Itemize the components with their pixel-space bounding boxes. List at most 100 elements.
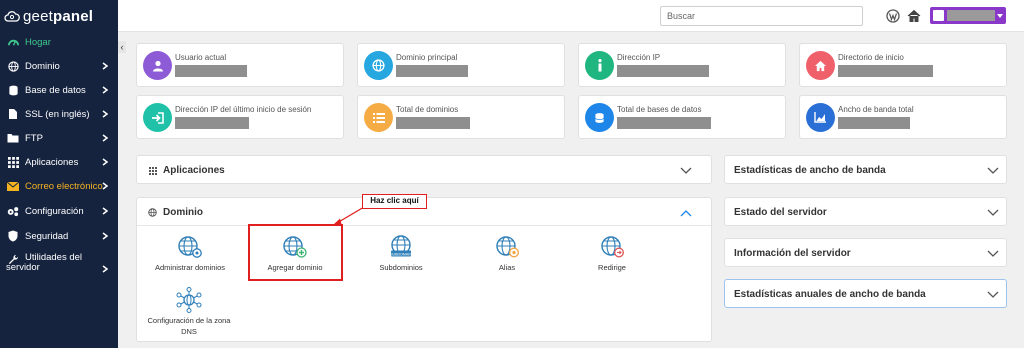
globe-icon <box>364 51 393 80</box>
card-label: Ancho de banda total <box>838 105 914 114</box>
panel-aplicaciones[interactable]: Aplicaciones <box>136 155 712 184</box>
sidebar-item-label-line2: servidor <box>6 262 40 273</box>
subdomains-item[interactable]: SUBDOMAIN Subdominios <box>363 235 439 272</box>
alias-item[interactable]: Alias <box>478 235 536 272</box>
sidebar: geet panel Hogar Dominio Base de datos SS… <box>0 0 118 348</box>
panel-title: Aplicaciones <box>163 165 225 176</box>
brand-name-light: geet <box>23 7 53 25</box>
list-icon <box>364 103 393 132</box>
sidebar-item-label: Base de datos <box>25 84 86 96</box>
card-dominio-principal: Dominio principal <box>357 43 565 87</box>
chevron-right-icon <box>102 62 109 70</box>
chevron-right-icon <box>102 265 109 273</box>
username-redacted <box>947 10 995 21</box>
panel-estadisticas-ancho-banda[interactable]: Estadísticas de ancho de banda <box>724 155 1007 184</box>
sidebar-item-correo[interactable]: Correo electrónico <box>0 175 118 197</box>
panel-title: Estadísticas anuales de ancho de banda <box>734 289 926 300</box>
brand-name-bold: panel <box>53 7 94 25</box>
sidebar-item-utilidades[interactable]: Utilidades del servidor <box>0 252 118 278</box>
chart-icon <box>806 103 835 132</box>
card-label: Usuario actual <box>175 53 227 62</box>
sidebar-item-label: Seguridad <box>25 230 69 242</box>
home-icon <box>806 51 835 80</box>
user-icon <box>143 51 172 80</box>
sidebar-item-seguridad[interactable]: Seguridad <box>0 225 118 247</box>
manage-domains-icon <box>178 236 202 258</box>
database-icon <box>7 84 19 96</box>
chevron-right-icon <box>102 207 109 215</box>
card-value-redacted <box>617 117 711 129</box>
file-icon <box>7 108 19 120</box>
item-label-line1: Configuración de la zona <box>147 316 231 325</box>
card-value-redacted <box>396 65 468 77</box>
sidebar-item-label: Aplicaciones <box>25 156 79 168</box>
card-usuario-actual: Usuario actual <box>136 43 344 87</box>
sidebar-collapse-toggle[interactable]: ‹ <box>118 41 126 53</box>
card-label: Total de dominios <box>396 105 459 114</box>
sidebar-item-label: Configuración <box>25 205 84 217</box>
database-icon <box>585 103 614 132</box>
search-input[interactable] <box>660 6 863 26</box>
item-label: Administrar dominios <box>154 263 226 272</box>
highlight-box <box>248 224 343 281</box>
card-value-redacted <box>175 65 247 77</box>
chevron-down-icon[interactable] <box>987 291 999 299</box>
subdomain-badge-text: SUBDOMAIN <box>390 252 412 256</box>
sidebar-item-ftp[interactable]: FTP <box>0 127 118 149</box>
chevron-right-icon <box>102 158 109 166</box>
chevron-down-icon[interactable] <box>680 167 692 175</box>
sidebar-item-configuracion[interactable]: Configuración <box>0 200 118 222</box>
card-total-dominios: Total de dominios <box>357 95 565 139</box>
cogs-icon <box>7 205 19 217</box>
card-label: Total de bases de datos <box>617 105 702 114</box>
sidebar-item-label: FTP <box>25 132 43 144</box>
card-value-redacted <box>838 117 910 129</box>
sidebar-item-ssl[interactable]: SSL (en inglés) <box>0 103 118 125</box>
card-value-redacted <box>175 117 249 129</box>
chevron-up-icon[interactable] <box>680 209 692 217</box>
sidebar-item-aplicaciones[interactable]: Aplicaciones <box>0 151 118 173</box>
user-menu-button[interactable] <box>930 7 1006 24</box>
item-label: Alias <box>498 263 516 272</box>
card-label: Directorio de inicio <box>838 53 904 62</box>
card-value-redacted <box>617 65 709 77</box>
sidebar-item-dominio[interactable]: Dominio <box>0 55 118 77</box>
chevron-right-icon <box>102 110 109 118</box>
redirect-icon <box>601 236 624 258</box>
callout-label: Haz clic aquí <box>362 194 427 209</box>
folder-icon <box>7 132 19 144</box>
avatar <box>933 10 944 21</box>
sidebar-item-label: Dominio <box>25 60 60 72</box>
panel-estadisticas-anuales[interactable]: Estadísticas anuales de ancho de banda <box>724 279 1007 308</box>
sidebar-item-label: Utilidades del servidor <box>6 253 82 273</box>
chevron-down-icon[interactable] <box>987 250 999 258</box>
chevron-down-icon[interactable] <box>987 167 999 175</box>
grid-icon <box>149 167 157 175</box>
wordpress-icon[interactable] <box>886 9 900 23</box>
chevron-down-icon[interactable] <box>987 209 999 217</box>
panel-informacion-servidor[interactable]: Información del servidor <box>724 238 1007 267</box>
panel-estado-servidor[interactable]: Estado del servidor <box>724 197 1007 226</box>
dashboard-icon <box>7 36 19 48</box>
shield-icon <box>7 230 19 242</box>
chevron-right-icon <box>102 134 109 142</box>
sidebar-item-base-de-datos[interactable]: Base de datos <box>0 79 118 101</box>
card-label: Dirección IP <box>617 53 661 62</box>
manage-domains-item[interactable]: Administrar dominios <box>150 235 230 272</box>
item-label: Subdominios <box>379 263 423 272</box>
card-value-redacted <box>396 117 470 129</box>
brand-logo[interactable]: geet panel <box>0 0 118 32</box>
redirect-item[interactable]: Redirige <box>583 235 641 272</box>
subdomains-icon: SUBDOMAIN <box>390 235 412 257</box>
card-direccion-ip: Dirección IP <box>578 43 786 87</box>
item-label-line2: DNS <box>181 327 197 336</box>
dns-zone-item[interactable]: Configuración de la zona DNS <box>143 287 235 337</box>
card-ip-ultimo-inicio: Dirección IP del último inicio de sesión <box>136 95 344 139</box>
sidebar-item-label: Correo electrónico <box>25 180 103 192</box>
dns-zone-icon <box>176 287 202 313</box>
sign-in-icon <box>143 103 172 132</box>
globe-icon <box>7 60 19 72</box>
sidebar-item-hogar[interactable]: Hogar <box>0 31 118 53</box>
home-icon[interactable] <box>907 9 921 23</box>
sidebar-item-label: Hogar <box>25 36 51 48</box>
